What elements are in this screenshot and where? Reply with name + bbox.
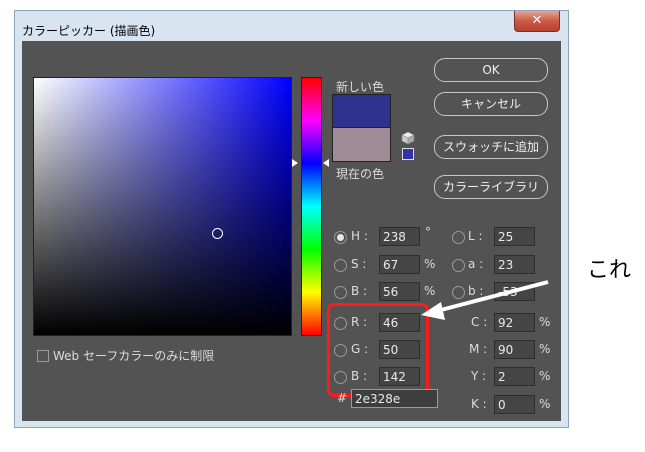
annotation-label: これ bbox=[587, 258, 632, 283]
annotation-arrow-icon bbox=[421, 280, 549, 320]
